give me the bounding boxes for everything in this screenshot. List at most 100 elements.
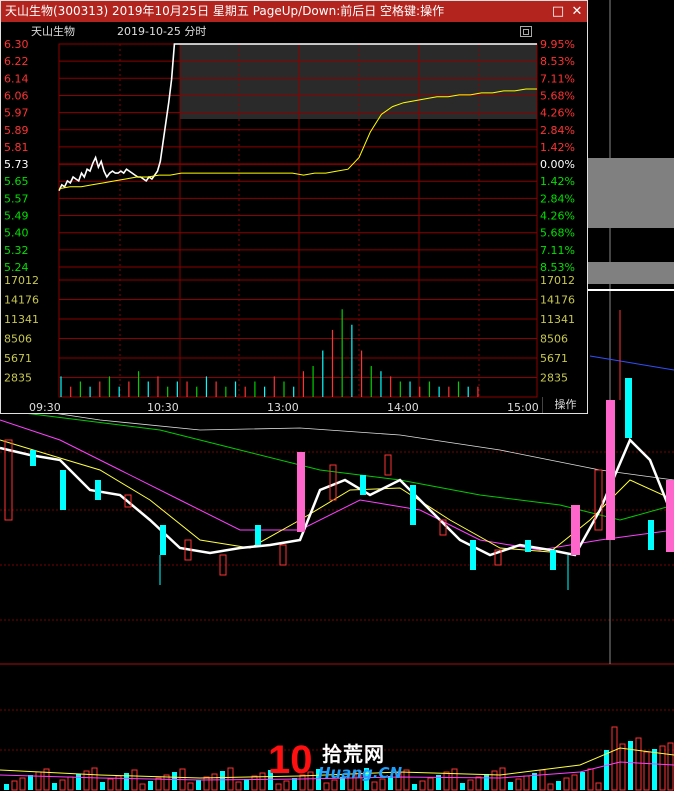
volume-bar — [211, 773, 218, 791]
volume-bar — [571, 774, 578, 791]
volume-bar — [388, 776, 393, 790]
volume-bar — [91, 767, 98, 791]
volume-bars — [4, 726, 674, 791]
price-tick-label: 6.30 — [4, 38, 29, 51]
volume-tick-label: 5671 — [540, 352, 568, 365]
volume-bar — [11, 780, 18, 791]
kline-candle — [410, 485, 416, 525]
volume-bar — [331, 779, 338, 791]
pct-tick-label: 9.95% — [540, 38, 575, 51]
price-tick-label: 6.14 — [4, 72, 29, 85]
pct-tick-label: 8.53% — [540, 261, 575, 274]
kline-candle — [525, 540, 531, 552]
volume-bar — [203, 776, 210, 791]
volume-bar — [539, 769, 546, 791]
kline-candle — [625, 378, 632, 438]
volume-tick-label: 8506 — [4, 333, 32, 346]
volume-bar — [323, 782, 330, 791]
volume-bar — [107, 778, 114, 791]
pct-tick-label: 5.68% — [540, 227, 575, 240]
price-tick-label: 5.24 — [4, 261, 29, 274]
volume-bar — [316, 769, 321, 790]
volume-bar — [460, 783, 465, 790]
volume-bar — [604, 750, 609, 790]
pct-tick-label: 1.42% — [540, 141, 575, 154]
volume-bar — [580, 772, 585, 790]
volume-bar — [364, 768, 369, 790]
volume-bar — [155, 777, 162, 791]
price-tick-label: 6.22 — [4, 55, 29, 68]
volume-bar — [419, 780, 426, 791]
volume-bar — [619, 743, 626, 791]
pct-tick-label: 4.26% — [540, 210, 575, 223]
volume-bar — [595, 782, 602, 791]
price-tick-label: 5.97 — [4, 107, 29, 120]
time-tick-label: 15:00 — [507, 401, 539, 414]
time-tick-label: 10:30 — [147, 401, 179, 414]
pct-tick-label: 4.26% — [540, 107, 575, 120]
pct-tick-label: 5.68% — [540, 89, 575, 102]
kline-candle — [160, 525, 166, 555]
volume-bar — [491, 770, 498, 791]
kline-candle — [648, 520, 654, 550]
kline-candle — [571, 505, 580, 555]
ma-block — [588, 262, 674, 284]
volume-tick-label: 11341 — [540, 313, 575, 326]
volume-bar — [235, 781, 242, 791]
volume-bar — [499, 767, 506, 791]
kline-candle — [297, 452, 305, 532]
volume-bar — [268, 770, 273, 790]
volume-bar — [35, 771, 42, 791]
time-tick-label: 13:00 — [267, 401, 299, 414]
volume-bar — [131, 769, 138, 791]
volume-bar — [76, 774, 81, 790]
volume-bar — [515, 778, 522, 791]
kline-candle — [470, 540, 476, 570]
volume-bar — [275, 783, 282, 791]
volume-bar — [283, 780, 290, 791]
volume-tick-label: 2835 — [540, 372, 568, 385]
volume-bar — [403, 769, 410, 791]
kline-candle — [384, 454, 392, 476]
volume-bar — [643, 751, 650, 791]
volume-bar — [347, 773, 354, 791]
volume-bar — [587, 768, 594, 791]
kline-candle — [95, 480, 101, 500]
kline-candle — [30, 450, 36, 466]
pct-tick-label: 7.11% — [540, 244, 575, 257]
volume-bar — [467, 779, 474, 791]
volume-bar — [251, 775, 258, 791]
volume-bar — [67, 776, 74, 791]
vol-ma-line — [0, 747, 674, 779]
ma120-line — [0, 404, 674, 481]
volume-bar — [443, 771, 450, 791]
operate-button[interactable]: 操作 — [542, 397, 588, 413]
price-tick-label: 5.81 — [4, 141, 29, 154]
volume-bar — [523, 775, 530, 791]
volume-bar — [259, 772, 266, 791]
volume-bar — [28, 775, 33, 790]
kline-candle — [60, 470, 66, 510]
price-tick-label: 6.06 — [4, 89, 29, 102]
volume-bar — [628, 741, 633, 790]
volume-bar — [484, 774, 489, 790]
volume-bar — [379, 778, 386, 791]
price-tick-label: 5.32 — [4, 244, 29, 257]
intraday-chart: 6.30 9.95% 6.22 8.53% 6.14 7.11% 6.06 5.68% 5.97… — [4, 38, 575, 414]
volume-bar — [307, 771, 314, 791]
pct-tick-label: 2.84% — [540, 192, 575, 205]
volume-tick-label: 2835 — [4, 372, 32, 385]
volume-bar — [412, 784, 417, 790]
kline-candle — [255, 525, 261, 545]
volume-bar — [139, 783, 146, 791]
volume-bar — [611, 726, 618, 791]
intraday-popup-window: 天山生物(300313) 2019年10月25日 星期五 PageUp/Down… — [0, 0, 588, 414]
volume-bar — [4, 784, 9, 790]
volume-bar — [340, 777, 345, 790]
pct-tick-label: 7.11% — [540, 72, 575, 85]
volume-tick-label: 5671 — [4, 352, 32, 365]
volume-bar — [395, 772, 402, 791]
volume-bar — [148, 781, 153, 790]
pct-tick-label: 1.42% — [540, 175, 575, 188]
volume-bar — [652, 749, 657, 790]
